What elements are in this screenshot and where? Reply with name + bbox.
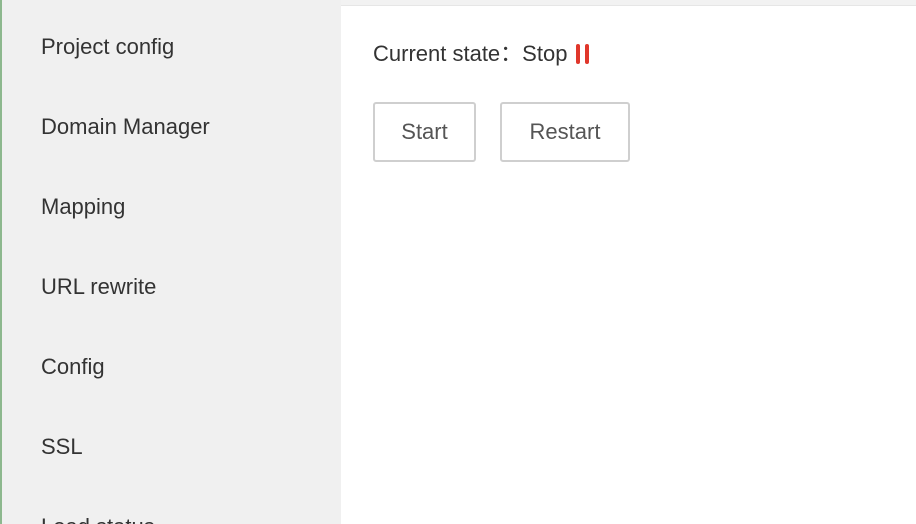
sidebar-item-label: Domain Manager — [41, 114, 210, 139]
restart-button[interactable]: Restart — [500, 102, 630, 162]
app-window: Project config Domain Manager Mapping UR… — [0, 0, 916, 524]
sidebar-item-url-rewrite[interactable]: URL rewrite — [41, 267, 156, 307]
main-panel: Current state： Stop Start Restart — [341, 6, 916, 524]
sidebar-item-label: Project config — [41, 34, 175, 59]
sidebar-item-mapping[interactable]: Mapping — [41, 187, 125, 227]
pause-icon-bar — [585, 44, 590, 64]
pause-icon-bar — [576, 44, 581, 64]
sidebar-item-project-config[interactable]: Project config — [41, 27, 174, 67]
current-state-row: Current state： Stop — [373, 38, 590, 70]
current-state-label: Current state： — [373, 41, 523, 66]
sidebar-item-load-status[interactable]: Load status — [41, 507, 155, 524]
current-state-value: Stop — [522, 41, 568, 66]
sidebar-item-domain-manager[interactable]: Domain Manager — [41, 107, 210, 147]
sidebar-item-label: URL rewrite — [41, 274, 157, 299]
start-button[interactable]: Start — [373, 102, 476, 162]
sidebar-item-config[interactable]: Config — [41, 347, 105, 387]
sidebar-item-label: Config — [41, 354, 105, 379]
sidebar: Project config Domain Manager Mapping UR… — [2, 0, 341, 524]
sidebar-item-label: Load status — [41, 514, 155, 524]
sidebar-item-label: SSL — [41, 434, 83, 459]
sidebar-item-label: Mapping — [41, 194, 126, 219]
sidebar-item-ssl[interactable]: SSL — [41, 427, 83, 467]
pause-icon — [576, 43, 590, 65]
